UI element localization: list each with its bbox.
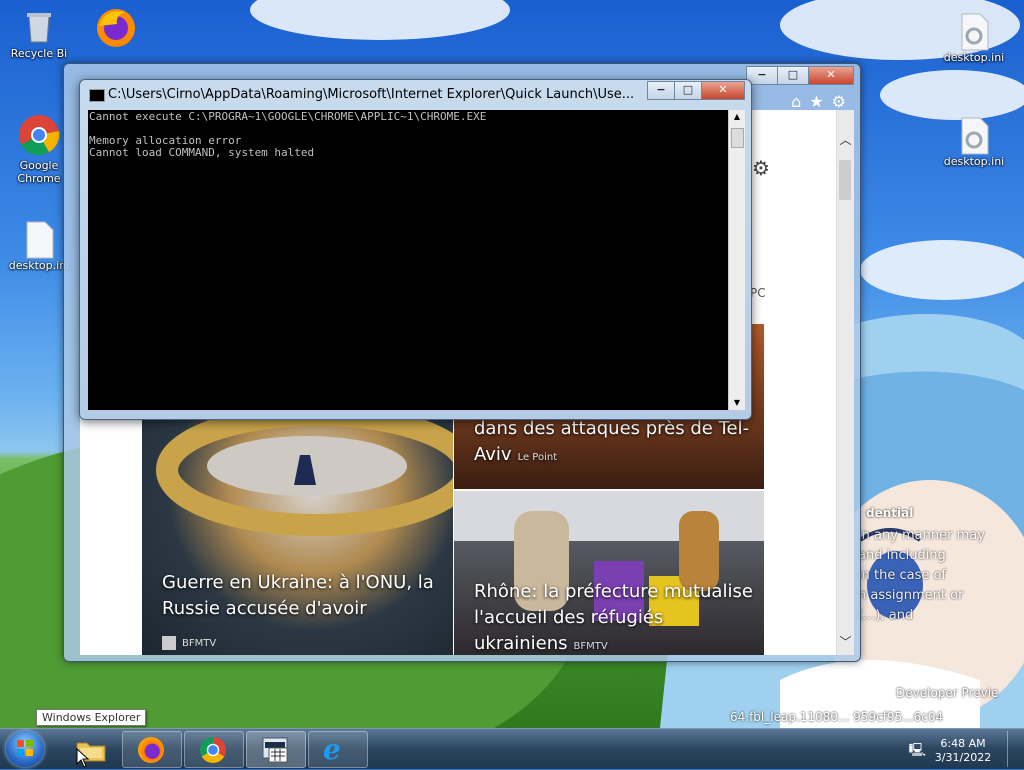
taskbar-command-prompt[interactable]	[246, 731, 306, 768]
confidential-line: in the case of	[858, 568, 946, 583]
show-desktop-button[interactable]	[1007, 731, 1018, 767]
news-title: Rhône: la préfecture mutualise l'accueil…	[474, 579, 759, 655]
news-tile[interactable]: Guerre en Ukraine: à l'ONU, la Russie ac…	[142, 420, 453, 655]
scroll-down-arrow-icon[interactable]: ▼	[729, 396, 745, 410]
confidential-text: in any manner may and including in the c…	[858, 526, 985, 626]
desktop-icon-recycle-bin[interactable]: Recycle Bi	[3, 8, 75, 60]
console-close-button[interactable]: ✕	[701, 81, 745, 100]
ie-vertical-scrollbar[interactable]: ︿ ﹀	[836, 110, 854, 655]
scroll-up-arrow-icon[interactable]: ︿	[837, 132, 854, 149]
settings-file-icon	[956, 116, 992, 155]
taskbar-clock[interactable]: 6:48 AM 3/31/2022	[928, 737, 998, 765]
taskbar-internet-explorer[interactable]: e	[308, 731, 368, 768]
news-title: dans des attaques près de Tel-Aviv Le Poi…	[474, 416, 754, 471]
chrome-icon	[200, 737, 226, 763]
desktop-icon-label: Recycle Bi	[10, 47, 68, 60]
desktop-icon-label: desktop.ini	[943, 51, 1005, 64]
desktop-icon-label: Google Chrome	[17, 159, 61, 185]
news-title-text: dans des attaques près de Tel-Aviv	[474, 418, 750, 465]
taskbar-google-chrome[interactable]	[184, 731, 244, 768]
desktop-icon-label: desktop.ini	[943, 155, 1005, 168]
confidential-line: in any manner may	[858, 528, 985, 543]
build-watermark-line2: 64.fbl_leap.11080... 959cf95...6c04	[730, 710, 944, 724]
partial-text: PC	[750, 286, 766, 300]
scrollbar-thumb[interactable]	[839, 160, 851, 200]
network-icon[interactable]: 🖳	[909, 741, 926, 763]
clock-time: 6:48 AM	[940, 737, 986, 750]
console-window-title: C:\Users\Cirno\AppData\Roaming\Microsoft…	[108, 87, 635, 102]
console-line: Cannot execute C:\PROGRA~1\GOOGLE\CHROME…	[89, 110, 487, 123]
news-tile[interactable]: Rhône: la préfecture mutualise l'accueil…	[454, 491, 764, 655]
desktop-icon-firefox[interactable]	[80, 6, 152, 53]
taskbar-tooltip: Windows Explorer	[36, 709, 147, 726]
console-window[interactable]: C:\Users\Cirno\AppData\Roaming\Microsoft…	[79, 79, 752, 420]
gear-icon[interactable]: ⚙	[832, 92, 846, 111]
desktop-icon-label: desktop.ini	[8, 259, 70, 272]
desktop-icon-desktop-ini[interactable]: desktop.ini	[938, 12, 1010, 64]
scrollbar-thumb[interactable]	[731, 128, 744, 148]
console-vertical-scrollbar[interactable]: ▲ ▼	[728, 110, 745, 410]
confidential-line: and including	[858, 548, 946, 563]
recycle-bin-icon	[21, 8, 57, 44]
scroll-up-arrow-icon[interactable]: ▲	[729, 110, 745, 124]
ie-maximize-button[interactable]: □	[777, 66, 809, 85]
settings-file-icon	[956, 12, 992, 51]
start-button[interactable]	[6, 731, 44, 767]
news-source: Le Point	[517, 452, 558, 463]
source-logo-icon	[162, 636, 176, 650]
console-line: Cannot load COMMAND, system halted	[89, 146, 315, 159]
scroll-down-arrow-icon[interactable]: ﹀	[837, 634, 854, 651]
confidential-line: (...), and	[858, 608, 914, 623]
news-source: BFMTV	[573, 641, 608, 652]
ie-close-button[interactable]: ✕	[808, 66, 854, 85]
console-caption-buttons: − □ ✕	[647, 81, 745, 100]
mouse-cursor-icon	[76, 748, 90, 768]
news-title: Guerre en Ukraine: à l'ONU, la Russie ac…	[162, 570, 452, 622]
taskbar: e 🖳 6:48 AM 3/31/2022	[0, 728, 1024, 769]
chrome-icon	[18, 114, 60, 156]
cloud	[250, 0, 510, 40]
news-source-text: BFMTV	[182, 638, 217, 649]
ie-toolbar: ⌂ ★ ⚙	[791, 92, 846, 111]
clock-date: 3/31/2022	[934, 751, 992, 764]
console-app-icon	[262, 737, 288, 763]
news-source: BFMTV	[162, 636, 216, 650]
confidential-line: n assignment or	[858, 588, 964, 603]
internet-explorer-icon: e	[323, 733, 341, 766]
cloud	[880, 70, 1024, 120]
firefox-icon	[94, 6, 138, 50]
windows-logo-icon	[17, 740, 33, 756]
console-app-icon	[89, 89, 105, 102]
news-title-text: Guerre en Ukraine: à l'ONU, la Russie ac…	[162, 572, 434, 619]
build-watermark-line1: Developer Previe	[896, 686, 999, 700]
home-icon[interactable]: ⌂	[791, 92, 801, 111]
console-maximize-button[interactable]: □	[674, 81, 702, 100]
desktop-icon-desktop-ini[interactable]: desktop.ini	[938, 116, 1010, 168]
firefox-icon	[138, 737, 164, 763]
taskbar-windows-explorer[interactable]	[62, 731, 122, 768]
cloud	[860, 240, 1024, 300]
news-title-text: Rhône: la préfecture mutualise l'accueil…	[474, 581, 753, 654]
console-minimize-button[interactable]: −	[647, 81, 675, 100]
console-output[interactable]: Cannot execute C:\PROGRA~1\GOOGLE\CHROME…	[88, 110, 730, 410]
ie-caption-buttons: − □ ✕	[746, 66, 854, 85]
file-icon	[21, 220, 57, 259]
confidential-title: dential	[866, 506, 914, 520]
favorites-star-icon[interactable]: ★	[809, 92, 823, 111]
taskbar-firefox[interactable]	[122, 731, 182, 768]
gear-icon[interactable]: ⚙	[752, 156, 770, 180]
